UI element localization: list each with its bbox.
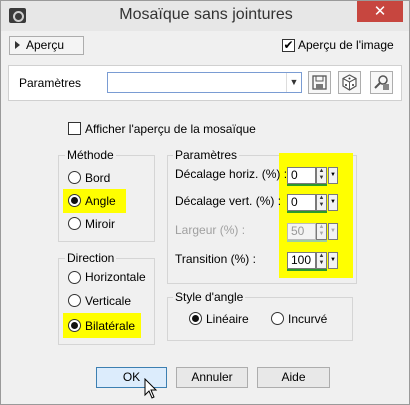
width-slider [287,240,327,242]
offset-vertical-label: Décalage vert. (%) : [175,194,282,208]
direction-bilateral-label: Bilatérale [85,319,136,333]
offset-horizontal-slider[interactable] [287,184,327,186]
direction-horizontal-radio[interactable] [68,271,81,284]
chevron-down-icon[interactable]: ▼ [286,73,301,92]
preview-toggle-button[interactable]: Aperçu [9,36,84,55]
spin-up-down-icon[interactable]: ▲ ▼ [316,252,327,269]
show-tile-preview-checkbox[interactable] [68,122,81,135]
method-miroir-label: Miroir [85,217,115,231]
chevron-down-icon[interactable]: ▼ [328,194,338,211]
spin-up-down-icon: ▲ ▼ [316,223,327,240]
presets-label: Paramètres [19,76,82,90]
corner-curved-radio[interactable] [271,312,284,325]
width-label: Largeur (%) : [175,223,246,237]
chevron-down-icon[interactable]: ▼ [328,252,338,269]
spin-up-down-icon[interactable]: ▲ ▼ [316,194,327,211]
transition-slider[interactable] [287,269,327,271]
chevron-down-icon: ▼ [328,223,338,240]
show-tile-preview-label: Afficher l'aperçu de la mosaïque [85,122,256,136]
offset-horizontal-label: Décalage horiz. (%) : [175,167,288,181]
corner-style-group-title: Style d'angle [173,290,246,304]
method-bord-radio[interactable] [68,171,81,184]
method-miroir-radio[interactable] [68,217,81,230]
parameters-group-title: Paramètres [173,148,240,162]
title-bar[interactable]: Mosaïque sans jointures ✕ [1,1,409,31]
expand-triangle-icon [15,41,20,49]
direction-vertical-label: Verticale [85,294,132,308]
chevron-down-icon[interactable]: ▼ [328,167,338,184]
transition-input[interactable]: 100 [287,252,316,269]
preview-image-label: Aperçu de l'image [298,38,394,52]
method-angle-radio[interactable] [68,194,81,207]
close-button[interactable]: ✕ [357,1,403,22]
dialog-window: Mosaïque sans jointures ✕ Aperçu ✔ Aperç… [0,0,410,405]
width-input: 50 [287,223,316,240]
random-button[interactable] [338,71,361,94]
transition-spinner[interactable]: 100 ▲ ▼ ▼ [284,250,342,271]
random-dice-icon [342,74,357,91]
reset-defaults-button[interactable] [370,71,393,94]
cancel-button[interactable]: Annuler [176,367,248,388]
preset-combo[interactable]: ▼ [107,72,302,93]
offset-vertical-slider[interactable] [287,211,327,213]
transition-label: Transition (%) : [175,252,256,266]
width-spinner: 50 ▲ ▼ ▼ [284,221,342,242]
method-angle-label: Angle [85,194,116,208]
offset-horizontal-spinner[interactable]: 0 ▲ ▼ ▼ [284,165,342,186]
direction-bilateral-radio[interactable] [68,319,81,332]
corner-linear-label: Linéaire [206,312,249,326]
save-preset-icon [312,75,327,90]
reset-defaults-icon [374,75,389,90]
help-button[interactable]: Aide [257,367,330,388]
offset-vertical-input[interactable]: 0 [287,194,316,211]
mouse-cursor-icon [144,378,158,399]
corner-curved-label: Incurvé [288,312,328,326]
spin-up-down-icon[interactable]: ▲ ▼ [316,167,327,184]
direction-horizontal-label: Horizontale [85,270,146,284]
preview-toggle-label: Aperçu [26,38,65,52]
method-bord-label: Bord [85,171,111,185]
save-preset-button[interactable] [308,71,331,94]
direction-vertical-radio[interactable] [68,294,81,307]
method-group-title: Méthode [65,148,116,162]
preview-image-checkbox[interactable]: ✔ [282,39,295,52]
direction-group-title: Direction [65,251,117,265]
offset-horizontal-input[interactable]: 0 [287,167,316,184]
window-title: Mosaïque sans jointures [119,6,293,23]
offset-vertical-spinner[interactable]: 0 ▲ ▼ ▼ [284,192,342,213]
corner-linear-radio[interactable] [189,312,202,325]
